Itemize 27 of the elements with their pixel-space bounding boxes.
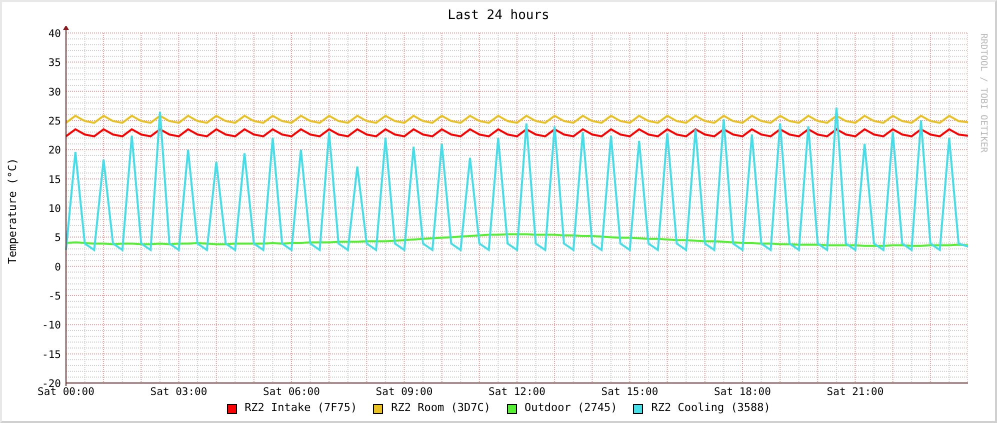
- legend-label: RZ2 Cooling (3588): [651, 400, 770, 416]
- tick-label: Sat 00:00: [38, 386, 95, 396]
- tick-label: -5: [48, 290, 62, 302]
- tick-label: Sat 18:00: [714, 386, 772, 396]
- legend-label: RZ2 Intake (7F75): [244, 400, 358, 416]
- tick-label: Sat 12:00: [488, 386, 546, 396]
- tick-label: 40: [48, 28, 62, 40]
- tick-label: 30: [48, 86, 62, 98]
- axis-label: Temperature (°C): [4, 158, 20, 264]
- tick-label: -15: [42, 348, 62, 361]
- legend-label: RZ2 Room (3D7C): [391, 400, 490, 416]
- tick-label: Sat 06:00: [263, 386, 320, 396]
- tick-label: -10: [42, 320, 62, 332]
- tick-label: 15: [48, 174, 62, 186]
- watermark-label: RRDTOOL / TOBI OETIKER: [976, 32, 988, 152]
- legend-label: Outdoor (2745): [524, 400, 618, 416]
- tick-label: 5: [54, 232, 62, 244]
- tick-label: Sat 21:00: [826, 386, 884, 396]
- chart-title: Last 24 hours: [448, 8, 550, 23]
- tick-label: 35: [48, 57, 62, 70]
- tick-label: 0: [54, 261, 62, 274]
- tick-label: 10: [48, 203, 62, 215]
- tick-label: Sat 09:00: [376, 386, 433, 396]
- tick-label: 25: [48, 116, 62, 128]
- tick-label: Sat 03:00: [150, 386, 208, 396]
- tick-label: 20: [48, 144, 62, 157]
- tick-label: Sat 15:00: [601, 386, 658, 396]
